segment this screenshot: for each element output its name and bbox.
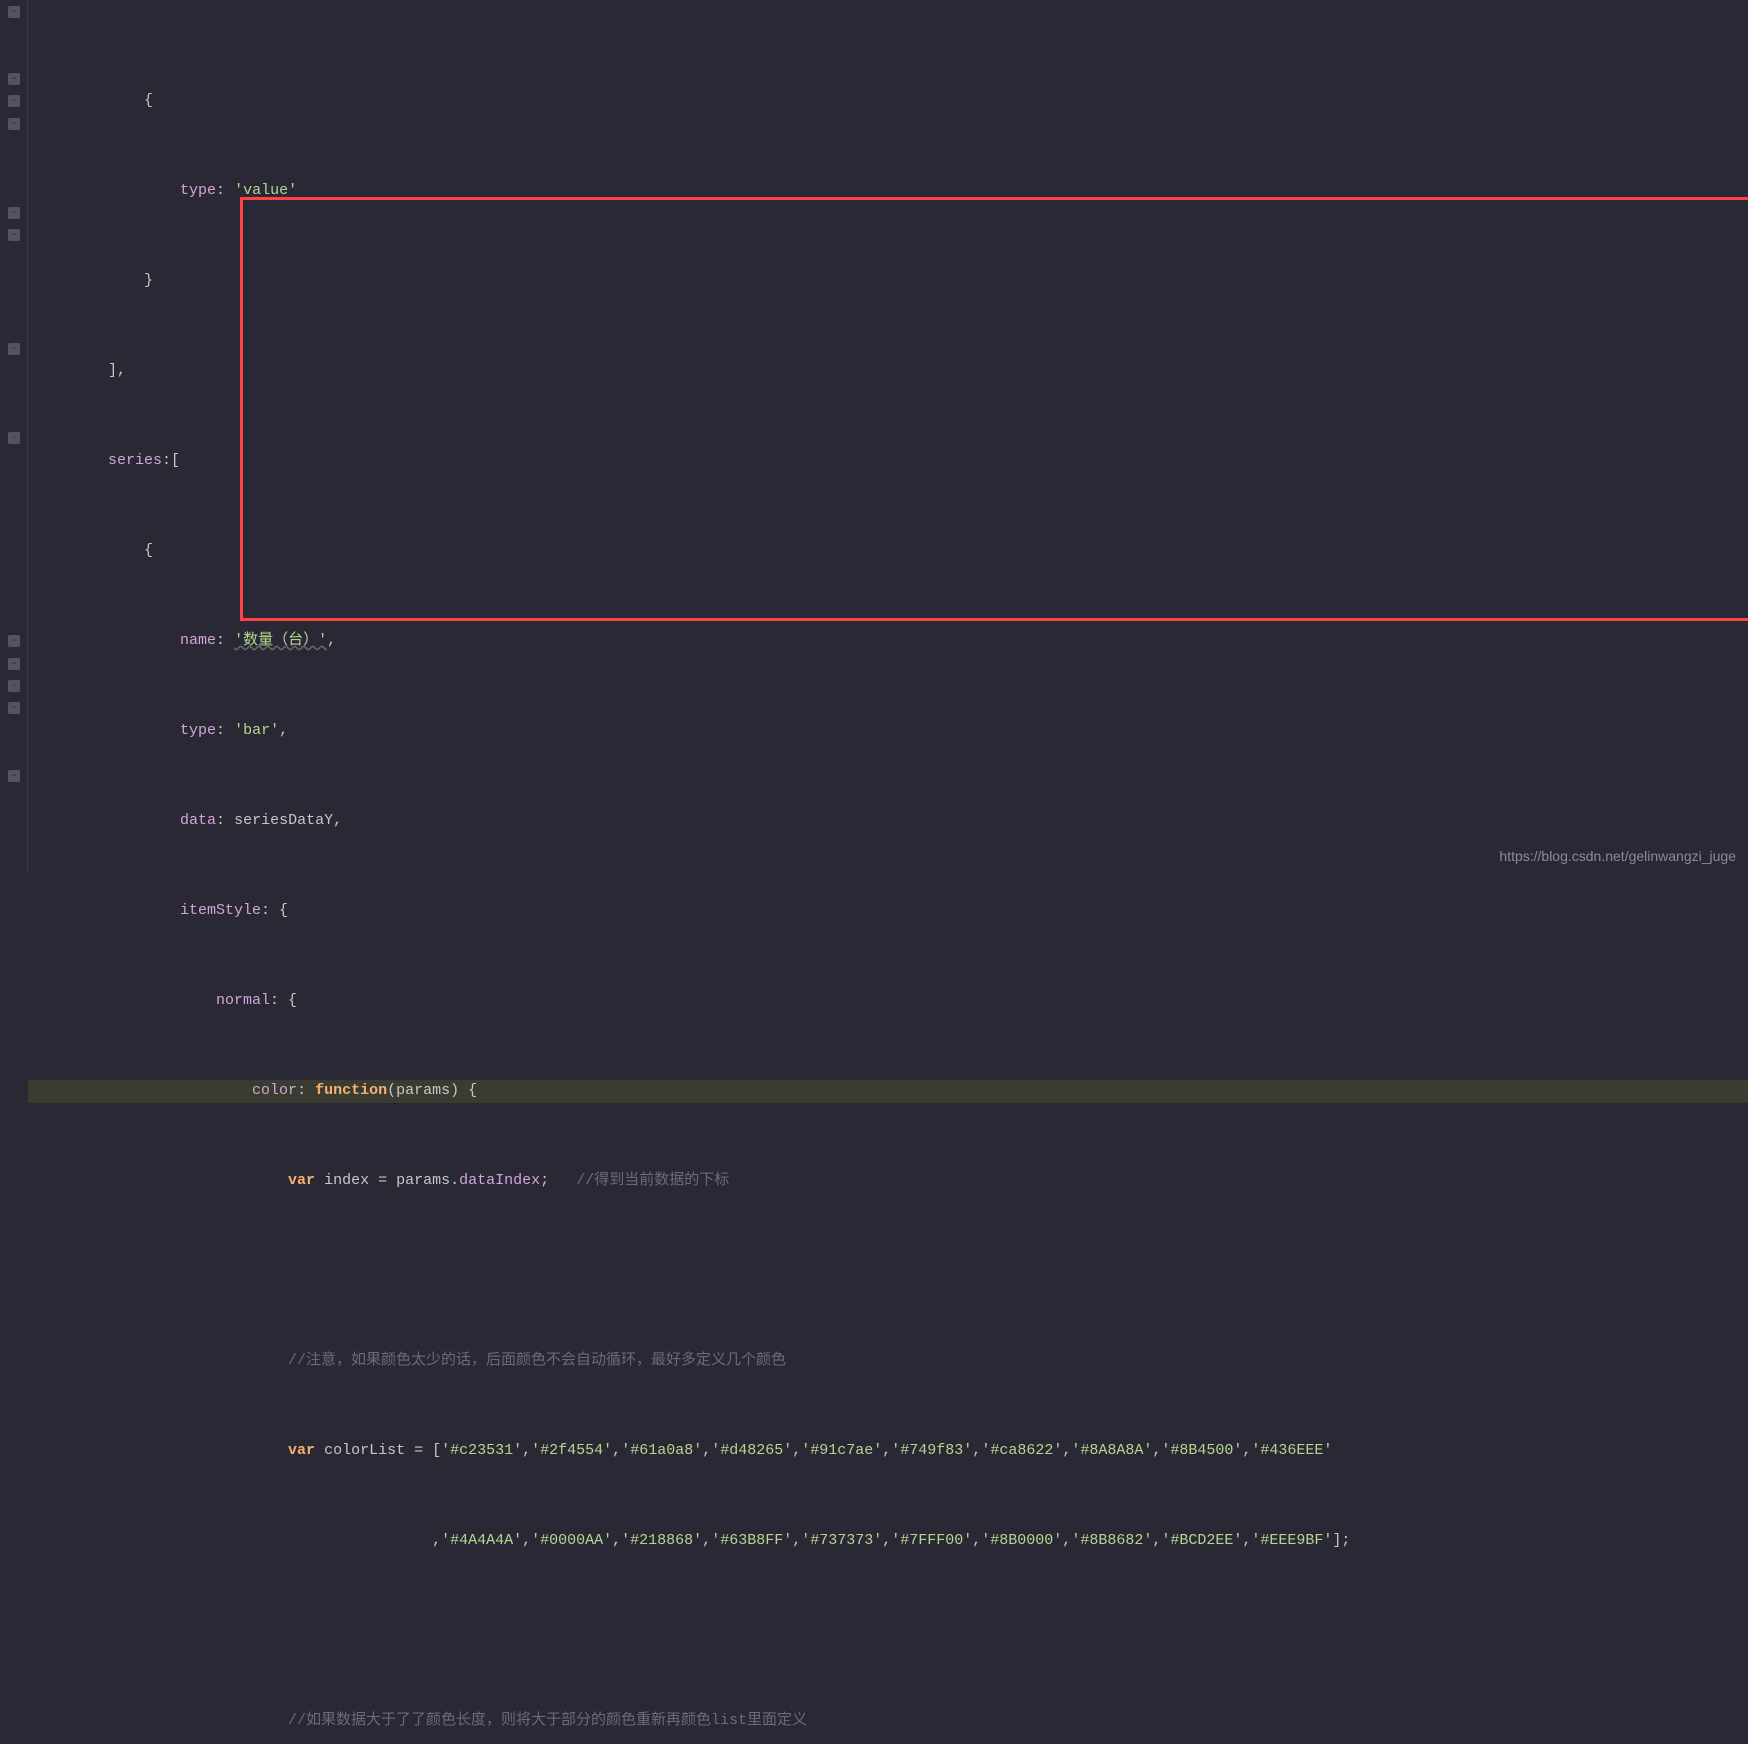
fold-marker-icon[interactable]: − [8,6,20,18]
code-content[interactable]: { type: 'value' } ], series:[ { name: '数… [28,0,1748,872]
code-line: data: seriesDataY, [28,810,1748,833]
code-line: var index = params.dataIndex; //得到当前数据的下… [28,1170,1748,1193]
code-line-highlighted: color: function(params) { [28,1080,1748,1103]
fold-marker-icon[interactable]: − [8,635,20,647]
color-list-row1: '#c23531','#2f4554','#61a0a8','#d48265',… [441,1442,1332,1459]
code-line: type: 'value' [28,180,1748,203]
code-line: ,'#4A4A4A','#0000AA','#218868','#63B8FF'… [28,1530,1748,1553]
code-line: { [28,540,1748,563]
code-line: series:[ [28,450,1748,473]
fold-marker-icon[interactable]: − [8,680,20,692]
code-line: var colorList = ['#c23531','#2f4554','#6… [28,1440,1748,1463]
code-line [28,1620,1748,1643]
fold-marker-icon[interactable]: − [8,95,20,107]
fold-marker-icon[interactable]: − [8,702,20,714]
fold-marker-icon[interactable]: − [8,770,20,782]
fold-marker-icon[interactable]: − [8,432,20,444]
fold-marker-icon[interactable]: − [8,118,20,130]
code-line: itemStyle: { [28,900,1748,923]
code-line: //注意，如果颜色太少的话，后面颜色不会自动循环，最好多定义几个颜色 [28,1350,1748,1373]
fold-marker-icon[interactable]: − [8,343,20,355]
fold-marker-icon[interactable]: − [8,658,20,670]
code-line: type: 'bar', [28,720,1748,743]
editor-gutter: − − − − − − − − − − − − − [0,0,28,872]
code-line [28,1260,1748,1283]
code-line: } [28,270,1748,293]
code-line: normal: { [28,990,1748,1013]
code-line: { [28,90,1748,113]
fold-marker-icon[interactable]: − [8,229,20,241]
code-line: name: '数量（台）', [28,630,1748,653]
color-list-row2: '#4A4A4A','#0000AA','#218868','#63B8FF',… [441,1532,1332,1549]
fold-marker-icon[interactable]: − [8,73,20,85]
code-editor[interactable]: − − − − − − − − − − − − − { type: 'value… [0,0,1748,872]
fold-marker-icon[interactable]: − [8,207,20,219]
watermark-text: https://blog.csdn.net/gelinwangzi_juge [1499,848,1736,864]
code-line: //如果数据大于了了颜色长度，则将大于部分的颜色重新再颜色list里面定义 [28,1710,1748,1733]
code-line: ], [28,360,1748,383]
